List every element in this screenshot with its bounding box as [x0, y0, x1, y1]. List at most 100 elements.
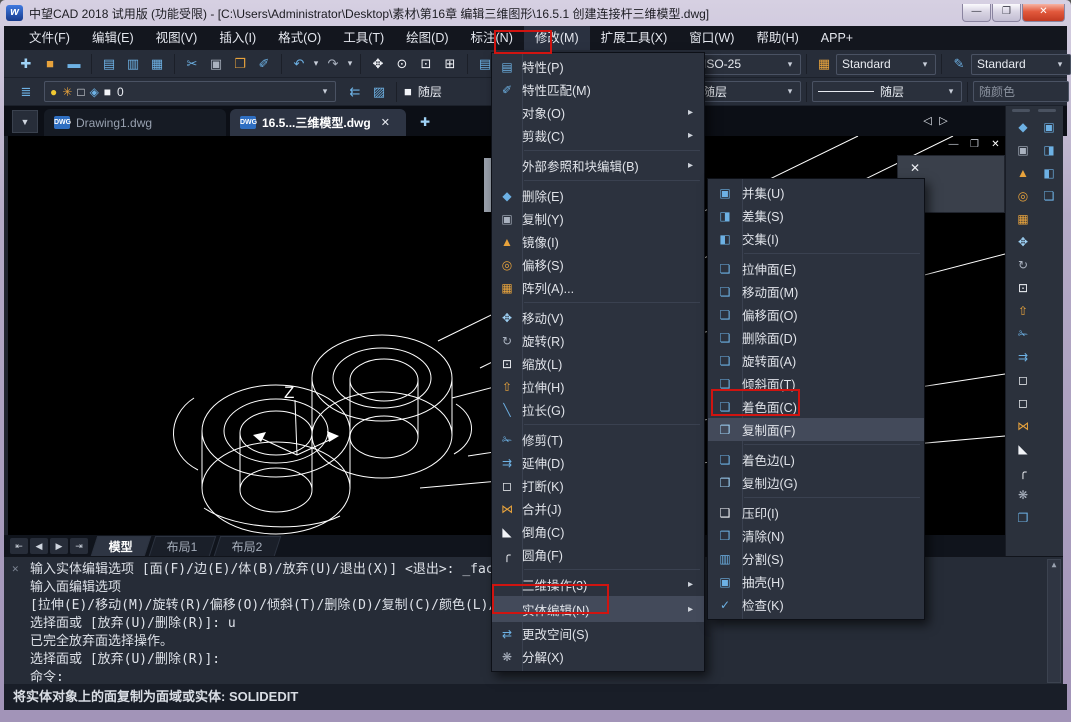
print-icon[interactable]: ▤: [98, 53, 120, 75]
array-icon[interactable]: ▦: [1011, 207, 1035, 230]
child-close-icon[interactable]: ✕: [988, 139, 1003, 150]
zoom-window-icon[interactable]: ⊡: [415, 53, 437, 75]
new-icon[interactable]: ✚: [15, 53, 37, 75]
menu-item-offset[interactable]: ◎偏移(S): [492, 253, 704, 276]
intersect-icon[interactable]: ◧: [1037, 161, 1061, 184]
submenu-item-shade-faces[interactable]: ❏着色面(C): [708, 395, 924, 418]
submenu-item-clean[interactable]: ❒清除(N): [708, 524, 924, 547]
menu-item-extend[interactable]: ⇉延伸(D): [492, 451, 704, 474]
palette-close-icon[interactable]: ✕: [910, 161, 920, 175]
extend-icon[interactable]: ⇉: [1011, 345, 1035, 368]
submenu-item-imprint[interactable]: ❑压印(I): [708, 501, 924, 524]
scale-icon[interactable]: ⊡: [1011, 276, 1035, 299]
layout-nav-last[interactable]: ⇥: [70, 538, 88, 554]
menu-item-lengthen[interactable]: ╲拉长(G): [492, 398, 704, 421]
minimize-button[interactable]: —: [962, 4, 991, 22]
submenu-item-delete-faces[interactable]: ❏删除面(D): [708, 326, 924, 349]
tab-model[interactable]: 模型: [91, 536, 152, 556]
linetype-combo[interactable]: 随层 ▾: [812, 81, 962, 102]
mirror-icon[interactable]: ▲: [1011, 161, 1035, 184]
menu-item-explode[interactable]: ❋分解(X): [492, 645, 704, 668]
layers-manager-icon[interactable]: ≣: [15, 81, 37, 103]
layout-nav-first[interactable]: ⇤: [10, 538, 28, 554]
menu-dimension[interactable]: 标注(N): [460, 26, 524, 50]
color-combo[interactable]: 随层 ▾: [697, 81, 801, 102]
open-icon[interactable]: ■: [39, 53, 61, 75]
copy-nested-icon[interactable]: ❐: [1011, 506, 1035, 529]
menu-item-chamfer[interactable]: ◣倒角(C): [492, 520, 704, 543]
erase-icon[interactable]: ◆: [1011, 115, 1035, 138]
menu-help[interactable]: 帮助(H): [745, 26, 809, 50]
menu-item-trim[interactable]: ✁修剪(T): [492, 428, 704, 451]
save-icon[interactable]: ▬: [63, 53, 85, 75]
menu-item-join[interactable]: ⋈合并(J): [492, 497, 704, 520]
menu-item-mirror[interactable]: ▲镜像(I): [492, 230, 704, 253]
plot-icon[interactable]: ▦: [146, 53, 168, 75]
submenu-item-union[interactable]: ▣并集(U): [708, 181, 924, 204]
toolbar-grip[interactable]: [1012, 109, 1030, 112]
submenu-item-shade-edges[interactable]: ❏着色边(L): [708, 448, 924, 471]
layout-nav-next[interactable]: ▶: [50, 538, 68, 554]
toolbar-grip[interactable]: [1038, 109, 1056, 112]
doc-tab-model-active[interactable]: DWG 16.5...三维模型.dwg ✕: [230, 109, 406, 136]
offset-icon[interactable]: ◎: [1011, 184, 1035, 207]
menu-item-stretch[interactable]: ⇧拉伸(H): [492, 375, 704, 398]
copy-icon[interactable]: ▣: [1011, 138, 1035, 161]
child-restore-icon[interactable]: ❐: [967, 139, 982, 150]
menu-edit[interactable]: 编辑(E): [81, 26, 145, 50]
table-style-combo[interactable]: Standard ▾: [836, 54, 936, 75]
match-properties-icon[interactable]: ✐: [253, 53, 275, 75]
menu-item-solid-editing[interactable]: 实体编辑(N)▸: [492, 596, 704, 622]
tab-close-icon[interactable]: ✕: [381, 116, 390, 129]
menu-draw[interactable]: 绘图(D): [395, 26, 459, 50]
menu-modify[interactable]: 修改(M): [524, 26, 590, 50]
scroll-up-icon[interactable]: ▲: [1048, 560, 1060, 569]
union-icon[interactable]: ▣: [1037, 115, 1061, 138]
menu-item-xref-block-edit[interactable]: 外部参照和块编辑(B)▸: [492, 154, 704, 177]
print-preview-icon[interactable]: ▥: [122, 53, 144, 75]
subtract-icon[interactable]: ◨: [1037, 138, 1061, 161]
menu-item-array[interactable]: ▦阵列(A)...: [492, 276, 704, 299]
layer-previous-icon[interactable]: ⇇: [344, 81, 366, 103]
menu-item-break[interactable]: ◻打断(K): [492, 474, 704, 497]
command-scrollbar[interactable]: ▲: [1047, 559, 1061, 683]
layer-combo[interactable]: ● ✳ □ ◈ ■ 0 ▾: [44, 81, 336, 102]
submenu-item-move-faces[interactable]: ❏移动面(M): [708, 280, 924, 303]
submenu-item-check[interactable]: ✓检查(K): [708, 593, 924, 616]
tab-layout2[interactable]: 布局2: [213, 536, 280, 556]
menu-window[interactable]: 窗口(W): [678, 26, 745, 50]
submenu-item-subtract[interactable]: ◨差集(S): [708, 204, 924, 227]
menu-format[interactable]: 格式(O): [267, 26, 332, 50]
mleader-style-combo[interactable]: Standard ▾: [971, 54, 1071, 75]
redo-dropdown-icon[interactable]: ▾: [345, 58, 355, 69]
close-button[interactable]: ✕: [1022, 4, 1065, 22]
undo-dropdown-icon[interactable]: ▾: [311, 58, 321, 69]
menu-view[interactable]: 视图(V): [145, 26, 209, 50]
extrude-faces-icon[interactable]: ❏: [1037, 184, 1061, 207]
zoom-realtime-icon[interactable]: ⊙: [391, 53, 413, 75]
explode-icon[interactable]: ❋: [1011, 483, 1035, 506]
undo-icon[interactable]: ↶: [288, 53, 310, 75]
cut-icon[interactable]: ✂: [181, 53, 203, 75]
submenu-item-intersect[interactable]: ◧交集(I): [708, 227, 924, 250]
menu-item-move[interactable]: ✥移动(V): [492, 306, 704, 329]
menu-item-change-space[interactable]: ⇄更改空间(S): [492, 622, 704, 645]
tab-scroll-left[interactable]: ◁: [920, 111, 935, 132]
submenu-item-rotate-faces[interactable]: ❏旋转面(A): [708, 349, 924, 372]
rotate-icon[interactable]: ↻: [1011, 253, 1035, 276]
break-at-point-icon[interactable]: ◻: [1011, 391, 1035, 414]
chamfer-icon[interactable]: ◣: [1011, 437, 1035, 460]
command-close-icon[interactable]: ✕: [12, 562, 19, 575]
redo-icon[interactable]: ↷: [322, 53, 344, 75]
menu-app-plus[interactable]: APP+: [810, 26, 864, 50]
submenu-item-extrude-faces[interactable]: ❏拉伸面(E): [708, 257, 924, 280]
menu-express-tools[interactable]: 扩展工具(X): [590, 26, 679, 50]
tab-scroll-right[interactable]: ▷: [936, 111, 951, 132]
doc-tab-drawing1[interactable]: DWG Drawing1.dwg: [44, 109, 226, 136]
new-tab-button[interactable]: ✚: [414, 112, 436, 132]
submenu-item-offset-faces[interactable]: ❏偏移面(O): [708, 303, 924, 326]
pan-icon[interactable]: ✥: [367, 53, 389, 75]
copy-icon[interactable]: ▣: [205, 53, 227, 75]
stretch-icon[interactable]: ⇧: [1011, 299, 1035, 322]
submenu-item-shell[interactable]: ▣抽壳(H): [708, 570, 924, 593]
